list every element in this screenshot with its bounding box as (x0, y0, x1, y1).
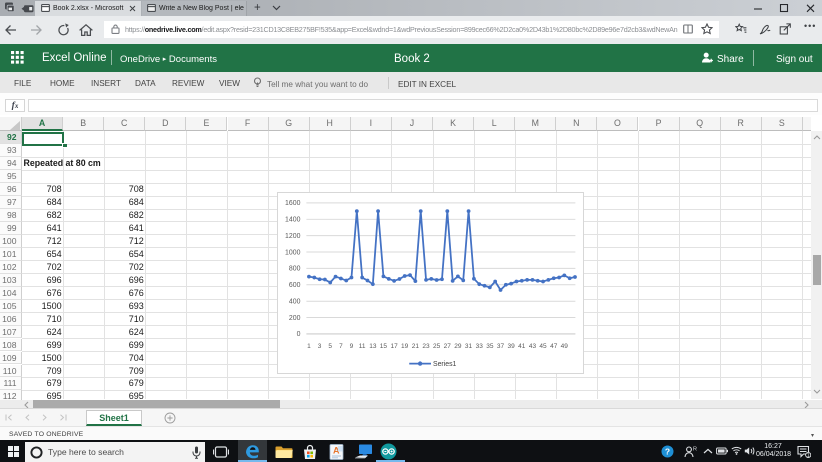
svg-text:400: 400 (289, 298, 301, 305)
svg-text:19: 19 (401, 343, 409, 350)
svg-text:1: 1 (807, 452, 810, 457)
svg-text:1600: 1600 (285, 200, 301, 207)
svg-text:R: R (693, 446, 697, 452)
svg-text:200: 200 (289, 315, 301, 322)
svg-text:3: 3 (318, 343, 322, 350)
svg-text:49: 49 (561, 343, 569, 350)
svg-text:1: 1 (307, 343, 311, 350)
svg-text:31: 31 (465, 343, 473, 350)
svg-text:?: ? (665, 447, 670, 457)
svg-text:Series1: Series1 (433, 361, 457, 368)
svg-text:21: 21 (412, 343, 420, 350)
svg-text:9: 9 (350, 343, 354, 350)
svg-text:5: 5 (328, 343, 332, 350)
svg-text:7: 7 (339, 343, 343, 350)
svg-text:1000: 1000 (285, 249, 301, 256)
svg-text:35: 35 (486, 343, 494, 350)
svg-text:1400: 1400 (285, 217, 301, 224)
svg-text:27: 27 (444, 343, 452, 350)
svg-text:15: 15 (380, 343, 388, 350)
svg-text:17: 17 (390, 343, 398, 350)
svg-text:29: 29 (454, 343, 462, 350)
svg-text:1200: 1200 (285, 233, 301, 240)
svg-text:800: 800 (289, 266, 301, 273)
svg-text:0: 0 (297, 331, 301, 338)
svg-text:43: 43 (529, 343, 537, 350)
svg-text:11: 11 (359, 343, 366, 350)
svg-text:39: 39 (507, 343, 515, 350)
svg-text:47: 47 (550, 343, 558, 350)
svg-text:25: 25 (433, 343, 441, 350)
svg-text:33: 33 (476, 343, 484, 350)
svg-text:45: 45 (539, 343, 547, 350)
svg-text:41: 41 (518, 343, 526, 350)
svg-text:37: 37 (497, 343, 505, 350)
svg-text:23: 23 (422, 343, 430, 350)
svg-text:600: 600 (289, 282, 301, 289)
svg-text:13: 13 (369, 343, 377, 350)
